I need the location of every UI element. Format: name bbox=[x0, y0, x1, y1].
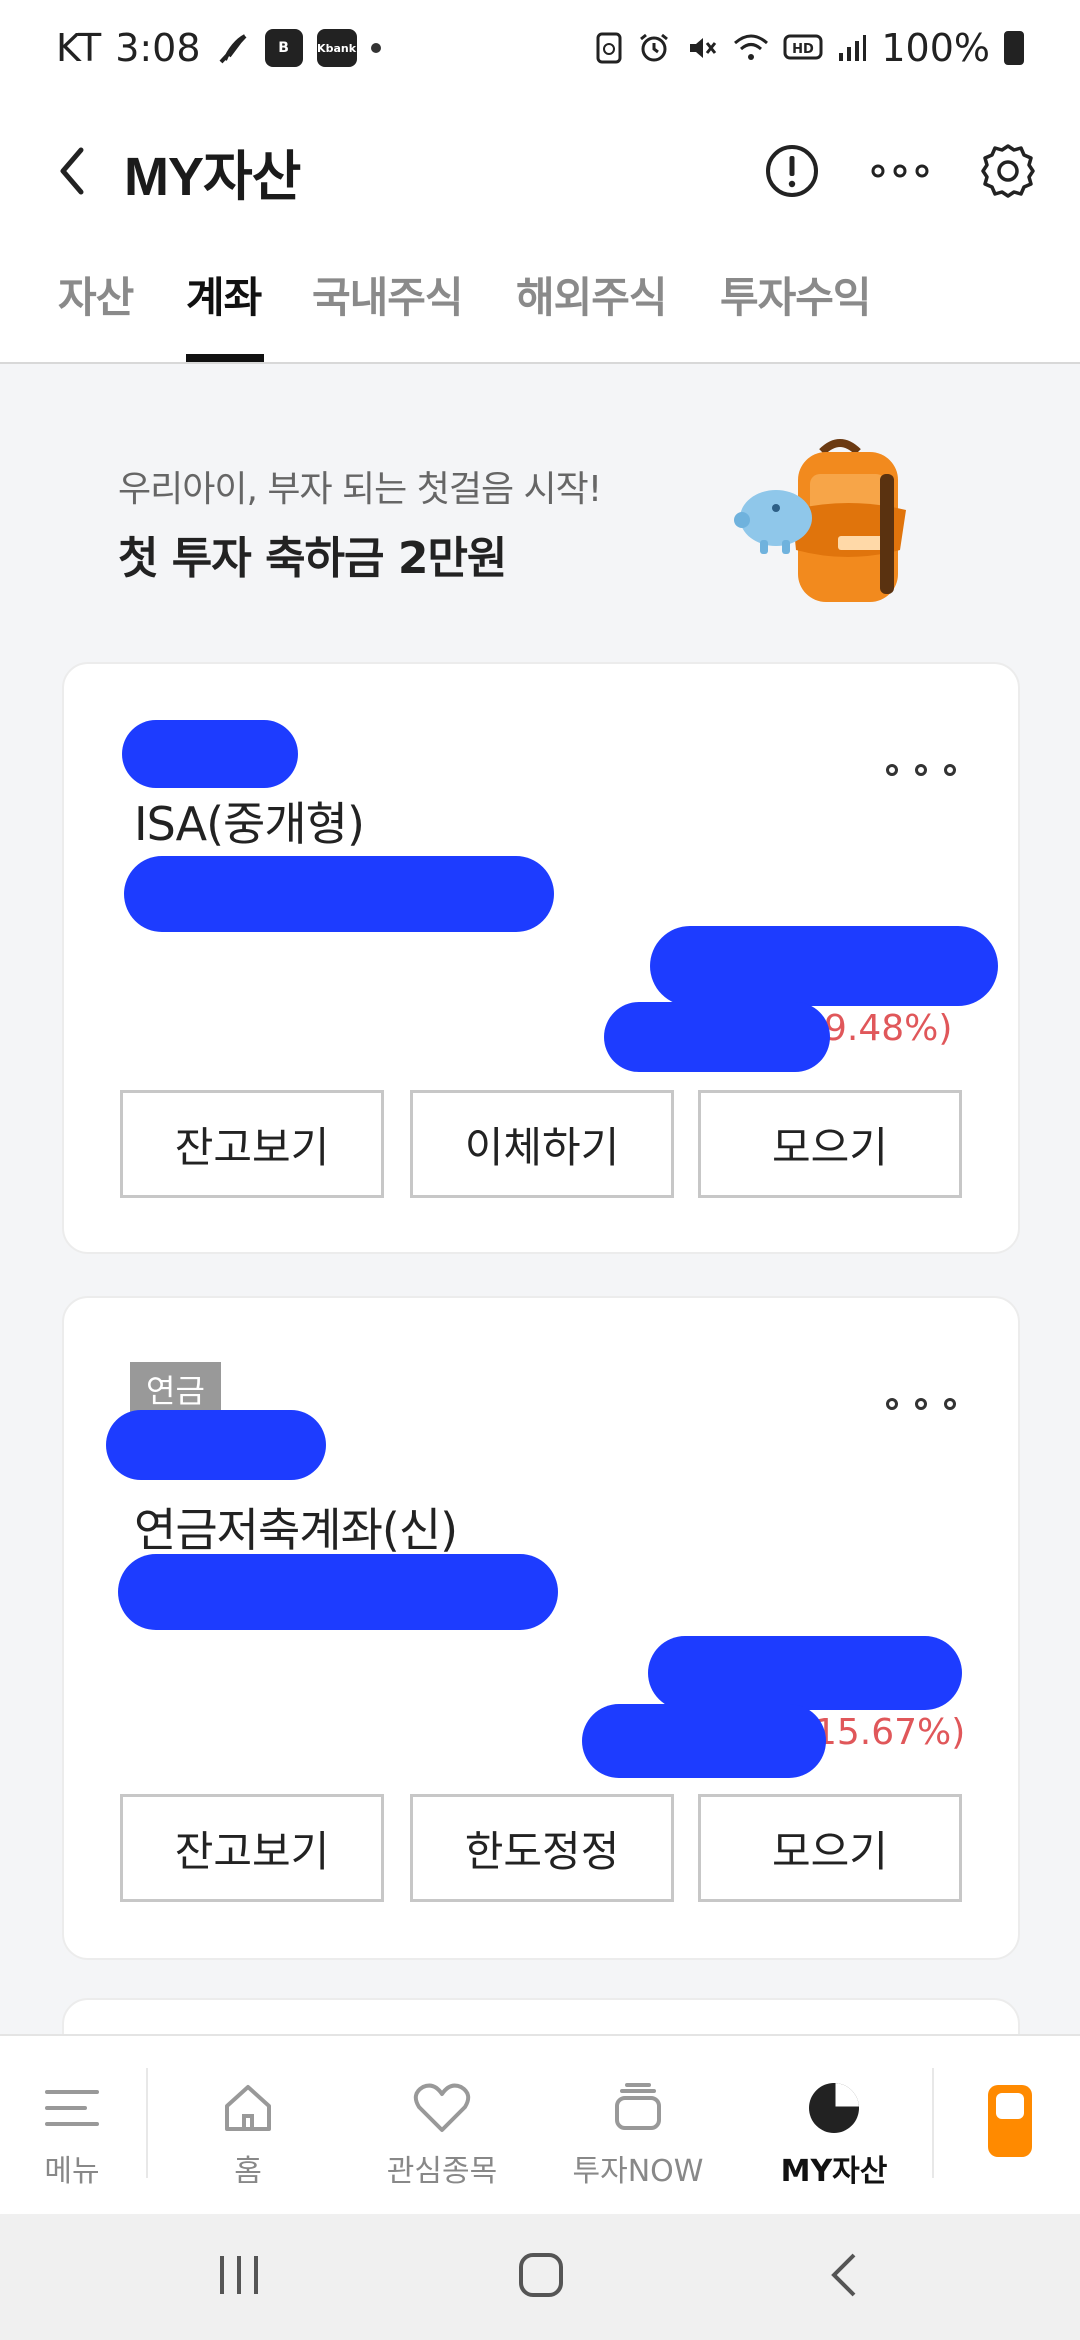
view-balance-button[interactable]: 잔고보기 bbox=[120, 1794, 384, 1902]
pie-chart-icon bbox=[809, 2083, 859, 2133]
info-button[interactable] bbox=[760, 139, 824, 203]
transfer-button[interactable]: 이체하기 bbox=[410, 1090, 674, 1198]
signal-icon bbox=[837, 33, 867, 63]
account-more-button[interactable] bbox=[886, 750, 956, 790]
redacted-account-number bbox=[124, 856, 554, 932]
back-icon bbox=[60, 147, 84, 195]
notification-dot-icon bbox=[370, 43, 381, 53]
redacted-balance bbox=[648, 1636, 962, 1710]
page-title: MY자산 bbox=[124, 146, 301, 207]
redacted-account-nickname bbox=[122, 720, 298, 788]
back-system-button[interactable] bbox=[826, 2250, 862, 2304]
kbank-app-icon: Kbank bbox=[316, 29, 357, 67]
account-card[interactable]: 연금 연금저축계좌(신) 15.67%) 잔고보기 한도정정 모으기 bbox=[62, 1296, 1020, 1960]
nav-invest-now[interactable]: 투자NOW bbox=[548, 2076, 728, 2190]
redacted-balance bbox=[650, 926, 998, 1006]
recent-apps-button[interactable] bbox=[216, 2250, 262, 2304]
account-name: 연금저축계좌(신) bbox=[134, 1503, 458, 1557]
battery-icon bbox=[1004, 31, 1024, 65]
redacted-account-nickname bbox=[106, 1410, 326, 1480]
b-app-icon: B bbox=[264, 29, 303, 67]
recycle-icon bbox=[595, 31, 623, 65]
nav-divider bbox=[146, 2068, 148, 2178]
nav-menu[interactable]: 메뉴 bbox=[0, 2076, 162, 2190]
redacted-return-amount bbox=[604, 1002, 830, 1072]
more-options-button[interactable] bbox=[868, 139, 932, 203]
tab-asset[interactable]: 자산 bbox=[58, 264, 134, 325]
menu-icon bbox=[45, 2090, 99, 2126]
nav-quick-app[interactable] bbox=[920, 2076, 1080, 2166]
tab-bar: 자산 계좌 국내주식 해외주식 투자수익 bbox=[0, 246, 1080, 364]
bottom-navigation: 메뉴 홈 관심종목 투자NOW MY자산 bbox=[0, 2034, 1080, 2214]
stack-icon bbox=[615, 2083, 661, 2130]
tab-account[interactable]: 계좌 bbox=[186, 264, 262, 325]
account-card[interactable]: ISA(중개형) 9.48%) 잔고보기 이체하기 모으기 bbox=[62, 662, 1020, 1254]
feather-app-icon bbox=[215, 30, 251, 66]
home-system-button[interactable] bbox=[516, 2250, 566, 2304]
svg-text:HD: HD bbox=[793, 42, 815, 57]
nav-my-assets[interactable]: MY자산 bbox=[744, 2076, 924, 2190]
wifi-icon bbox=[733, 33, 769, 63]
more-dot-icon bbox=[886, 764, 898, 776]
pension-badge: 연금 bbox=[130, 1362, 221, 1416]
tab-foreign-stock[interactable]: 해외주식 bbox=[516, 264, 668, 325]
home-square-icon bbox=[519, 2253, 563, 2297]
more-icon bbox=[871, 164, 929, 178]
more-dot-icon bbox=[886, 1398, 898, 1410]
hd-icon: HD bbox=[783, 33, 823, 63]
collect-button[interactable]: 모으기 bbox=[698, 1794, 962, 1902]
nav-watchlist[interactable]: 관심종목 bbox=[352, 2076, 532, 2190]
status-bar: KT 3:08 B Kbank HD 100% bbox=[0, 0, 1080, 96]
more-dot-icon bbox=[915, 764, 927, 776]
view-balance-button[interactable]: 잔고보기 bbox=[120, 1090, 384, 1198]
active-tab-indicator bbox=[186, 354, 264, 362]
battery-percent: 100% bbox=[881, 26, 990, 70]
limit-adjust-button[interactable]: 한도정정 bbox=[410, 1794, 674, 1902]
collect-button[interactable]: 모으기 bbox=[698, 1090, 962, 1198]
clock: 3:08 bbox=[115, 26, 201, 70]
tab-domestic-stock[interactable]: 국내주식 bbox=[312, 264, 464, 325]
more-dot-icon bbox=[915, 1398, 927, 1410]
info-icon bbox=[766, 145, 818, 197]
recent-apps-icon bbox=[220, 2256, 258, 2294]
back-button[interactable] bbox=[40, 139, 104, 203]
backpack-piggybank-illustration bbox=[730, 424, 920, 614]
redacted-account-number bbox=[118, 1554, 558, 1630]
account-name: ISA(중개형) bbox=[134, 797, 365, 851]
carrier: KT bbox=[56, 26, 102, 70]
back-chevron-icon bbox=[831, 2253, 856, 2297]
phone-shortcut-icon bbox=[988, 2085, 1032, 2157]
promo-subtitle: 우리아이, 부자 되는 첫걸음 시작! bbox=[118, 469, 602, 510]
redacted-return-amount bbox=[582, 1704, 826, 1778]
return-rate: 15.67%) bbox=[814, 1712, 966, 1753]
heart-icon bbox=[413, 2083, 471, 2132]
home-icon bbox=[225, 2085, 271, 2131]
tab-investment-return[interactable]: 투자수익 bbox=[720, 264, 872, 325]
promo-title: 첫 투자 축하금 2만원 bbox=[118, 533, 507, 584]
settings-icon bbox=[981, 144, 1035, 198]
alarm-icon bbox=[637, 31, 671, 65]
more-dot-icon bbox=[944, 764, 956, 776]
nav-home[interactable]: 홈 bbox=[158, 2076, 338, 2190]
mute-icon bbox=[685, 31, 719, 65]
account-more-button[interactable] bbox=[886, 1384, 956, 1424]
top-app-bar: MY자산 bbox=[0, 96, 1080, 246]
settings-button[interactable] bbox=[976, 139, 1040, 203]
more-dot-icon bbox=[944, 1398, 956, 1410]
system-navigation-bar bbox=[0, 2214, 1080, 2340]
promo-banner[interactable]: 우리아이, 부자 되는 첫걸음 시작! 첫 투자 축하금 2만원 bbox=[0, 364, 1080, 654]
return-rate: 9.48%) bbox=[824, 1008, 953, 1049]
